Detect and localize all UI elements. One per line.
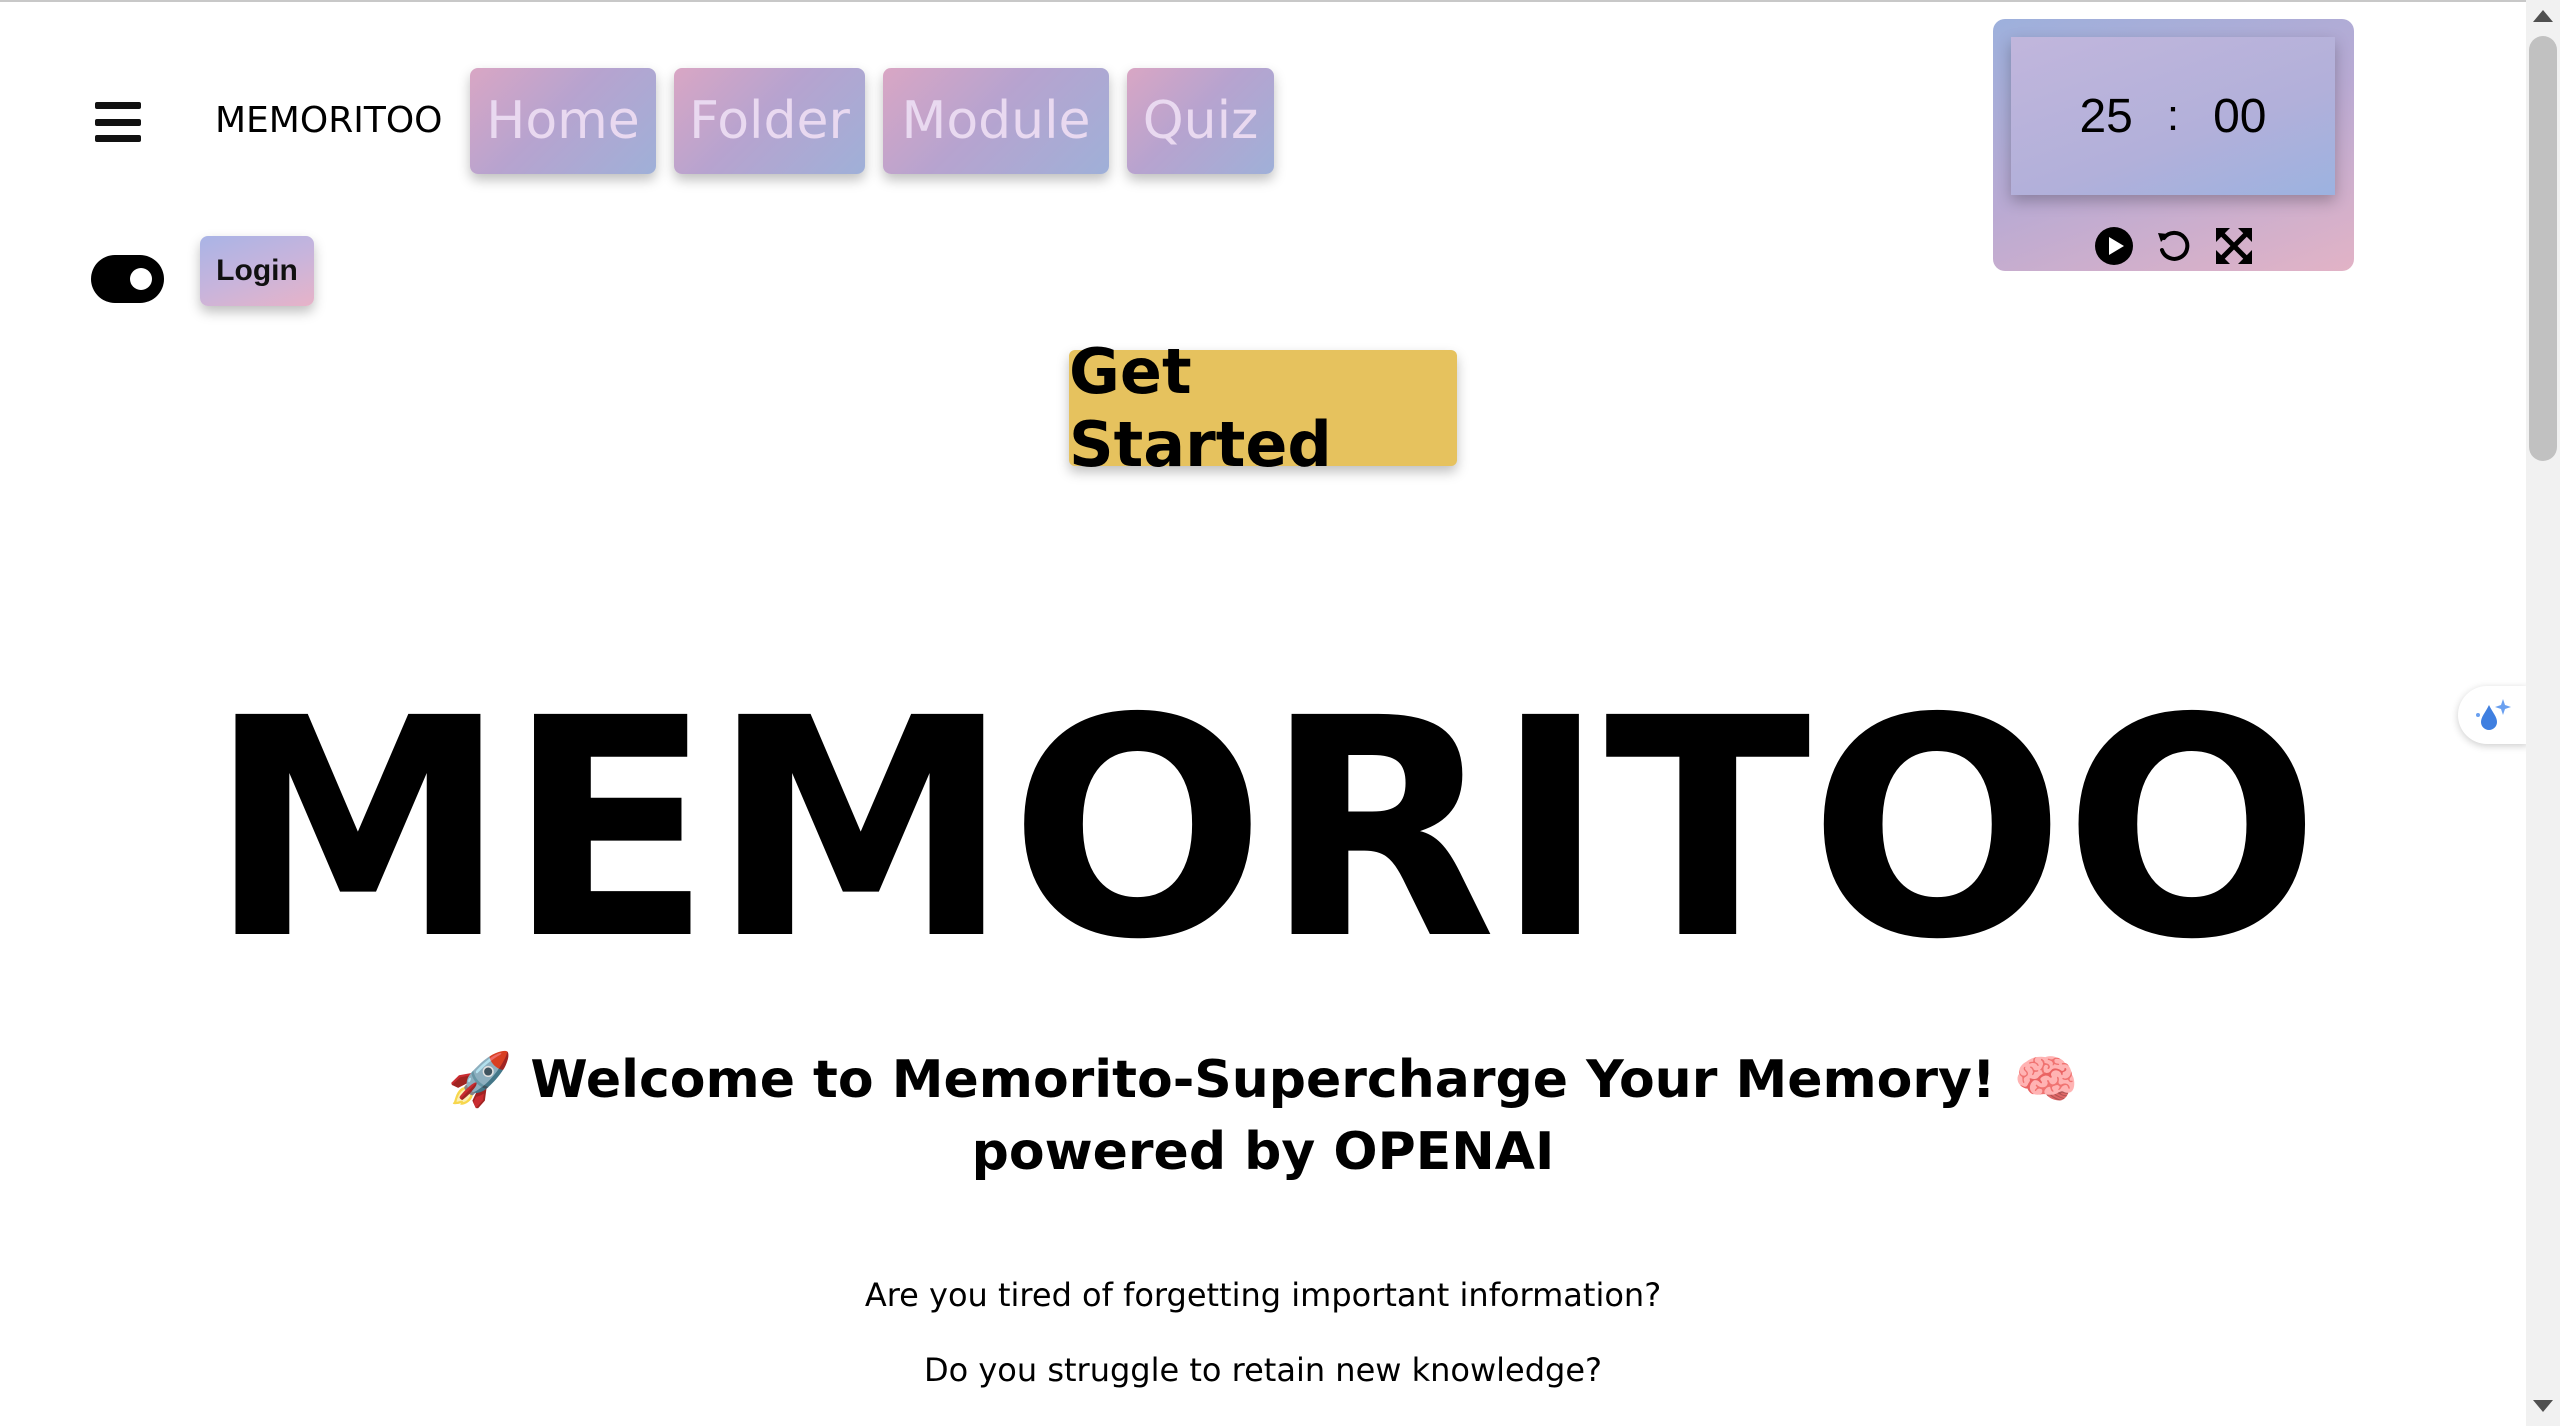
hamburger-bar: [95, 102, 141, 109]
hero-title: MEMORITOO: [207, 655, 2320, 1006]
brand-name[interactable]: MEMORITOO: [215, 100, 443, 141]
brain-icon: 🧠: [2013, 1050, 2079, 1110]
hamburger-bar: [95, 118, 141, 126]
timer-controls: [1993, 225, 2354, 267]
pomodoro-timer: 25 : 00: [1993, 19, 2354, 271]
page: MEMORITOO Home Folder Module Quiz Login …: [0, 0, 2560, 1426]
timer-minutes: 25: [2079, 89, 2133, 143]
extension-widget[interactable]: [2458, 686, 2528, 744]
main-nav: Home Folder Module Quiz: [470, 68, 1274, 174]
hamburger-bar: [95, 135, 141, 142]
scrollbar-thumb[interactable]: [2529, 36, 2557, 461]
nav-folder-button[interactable]: Folder: [674, 68, 865, 174]
reset-icon[interactable]: [2153, 225, 2195, 267]
top-border: [0, 0, 2560, 2]
intro-question-1: Are you tired of forgetting important in…: [864, 1276, 1662, 1314]
scroll-down-arrow-icon[interactable]: [2533, 1400, 2553, 1412]
login-button[interactable]: Login: [200, 236, 314, 306]
welcome-line-2: powered by OPENAI: [971, 1122, 1555, 1182]
get-started-button[interactable]: Get Started: [1069, 335, 1457, 481]
intro-question-2: Do you struggle to retain new knowledge?: [923, 1351, 1603, 1389]
play-icon[interactable]: [2093, 225, 2135, 267]
timer-display: 25 : 00: [2011, 37, 2335, 195]
nav-home-button[interactable]: Home: [470, 68, 656, 174]
fullscreen-icon[interactable]: [2213, 225, 2255, 267]
nav-quiz-button[interactable]: Quiz: [1127, 68, 1274, 174]
toggle-knob: [130, 268, 152, 290]
sparkle-drop-icon: [2476, 699, 2511, 730]
timer-seconds: 00: [2213, 89, 2267, 143]
welcome-line-1: Welcome to Memorito-Supercharge Your Mem…: [530, 1050, 1996, 1110]
theme-toggle[interactable]: [91, 255, 164, 303]
rocket-icon: 🚀: [447, 1050, 513, 1110]
hamburger-menu-icon[interactable]: [95, 102, 141, 142]
welcome-heading: 🚀 Welcome to Memorito-Supercharge Your M…: [0, 1044, 2526, 1188]
timer-separator: :: [2166, 91, 2180, 140]
nav-module-button[interactable]: Module: [883, 68, 1109, 174]
scroll-up-arrow-icon[interactable]: [2533, 10, 2553, 22]
